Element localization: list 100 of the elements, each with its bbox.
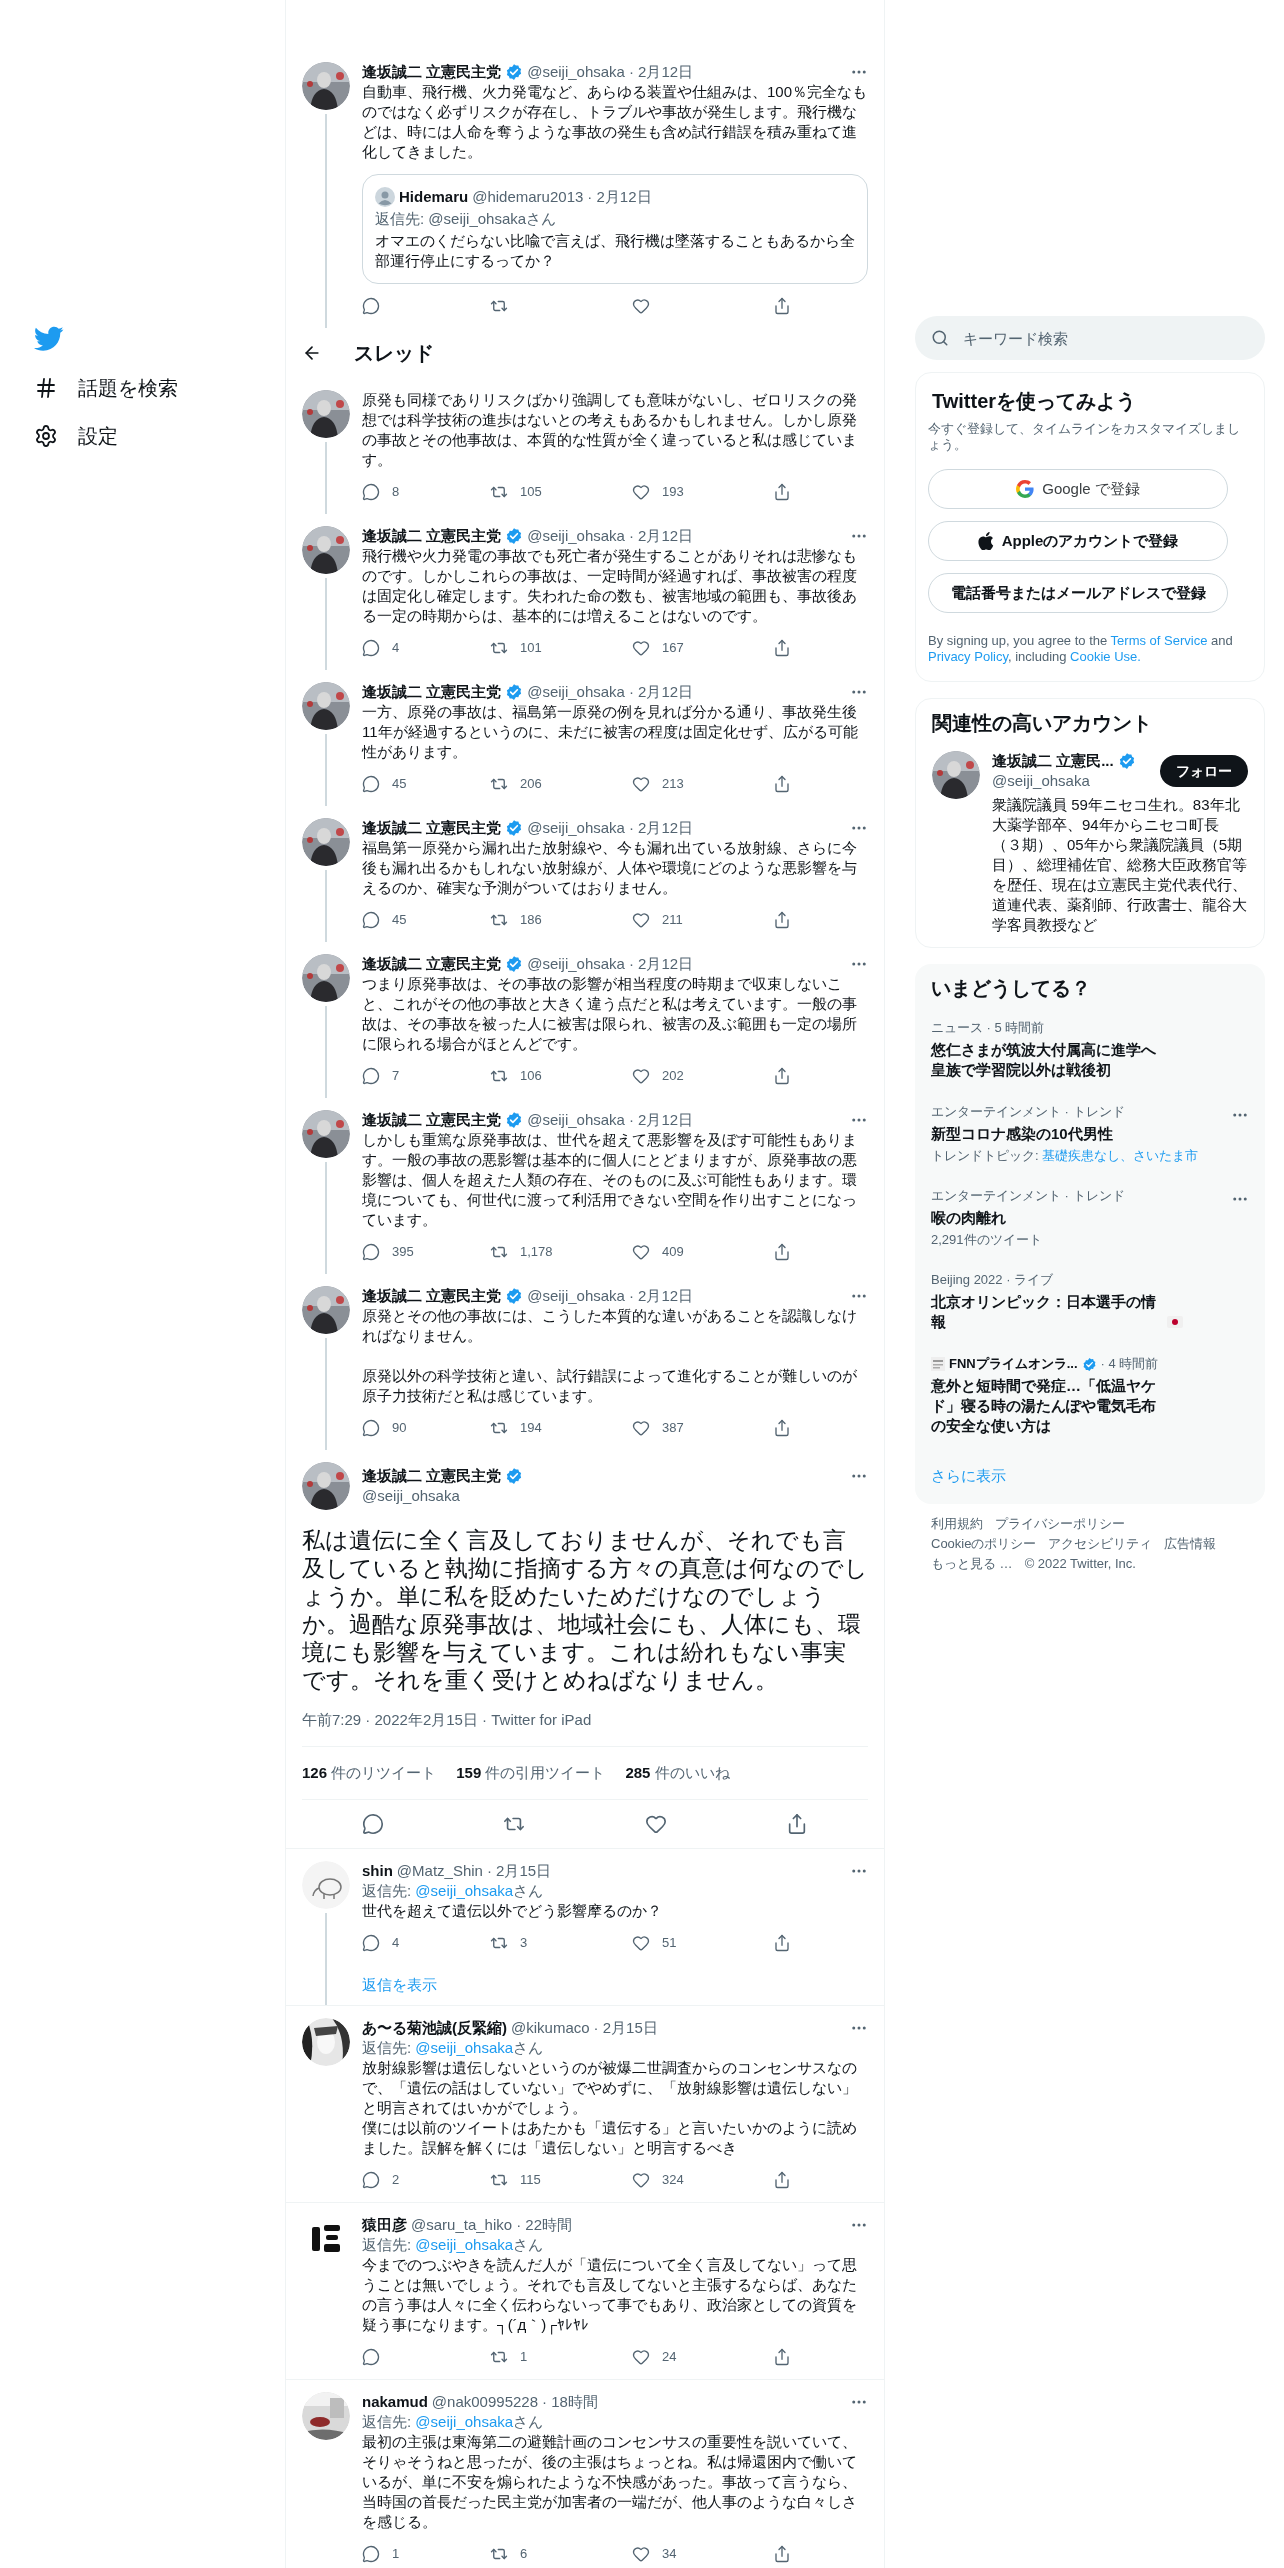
reply-button[interactable]: [361, 1813, 384, 1835]
like-button[interactable]: 211: [632, 910, 683, 930]
footer-link[interactable]: プライバシーポリシー: [995, 1516, 1125, 1532]
share-button[interactable]: [773, 1419, 791, 1437]
author-name[interactable]: 逢坂誠二 立憲民主党: [362, 62, 502, 82]
like-button[interactable]: 24: [632, 2347, 677, 2367]
like-button[interactable]: 34: [632, 2544, 677, 2564]
quoted-tweet[interactable]: Hidemaru @hidemaru2013 · 2月12日 返信先: @seiji_ohsakaさん オマエのくだらない比喩で言えば、飛行機は墜落することもあるから全部運行停止にするってか？: [362, 174, 868, 284]
author-name[interactable]: 逢坂誠二 立憲民主党: [362, 526, 502, 546]
author-handle[interactable]: @seiji_ohsaka: [527, 954, 625, 974]
share-button[interactable]: [773, 1067, 791, 1085]
reply-button[interactable]: 4: [362, 1933, 400, 1953]
account-handle[interactable]: @seiji_ohsaka: [992, 771, 1136, 791]
share-button[interactable]: [773, 1243, 791, 1261]
like-button[interactable]: 51: [632, 1933, 677, 1953]
tweet-date[interactable]: · 2月12日: [628, 526, 694, 546]
author-handle[interactable]: @seiji_ohsaka: [527, 818, 625, 838]
reply-button[interactable]: 8: [362, 482, 400, 502]
author-handle[interactable]: @kikumaco: [511, 2018, 590, 2038]
retweet-button[interactable]: 106: [490, 1066, 542, 1086]
reply-button[interactable]: 45: [362, 910, 407, 930]
retweet-button[interactable]: 105: [490, 482, 542, 502]
retweet-button[interactable]: 101: [490, 638, 542, 658]
tweet-date[interactable]: · 2月12日: [628, 954, 694, 974]
author-handle[interactable]: @seiji_ohsaka: [527, 1286, 625, 1306]
author-handle[interactable]: @nak00995228: [431, 2392, 538, 2412]
tweet-date[interactable]: · 2月12日: [628, 682, 694, 702]
trend-item[interactable]: エンターテインメント · トレンド 喉の肉離れ 2,291件のツイート: [915, 1176, 1265, 1260]
author-name[interactable]: shin: [362, 1861, 393, 1881]
author-handle[interactable]: @saru_ta_hiko: [411, 2215, 513, 2235]
like-button[interactable]: 324: [632, 2170, 684, 2190]
retweet-button[interactable]: 206: [490, 774, 542, 794]
author-handle[interactable]: @seiji_ohsaka: [527, 682, 625, 702]
reply-button[interactable]: 90: [362, 1418, 407, 1438]
nav-item[interactable]: 話題を検索: [34, 376, 178, 400]
like-button[interactable]: 387: [632, 1418, 684, 1438]
tweet-date[interactable]: · 2月12日: [628, 1110, 694, 1130]
retweet-button[interactable]: 194: [490, 1418, 542, 1438]
author-handle[interactable]: @seiji_ohsaka: [362, 1486, 868, 1506]
stat-link[interactable]: 159 件の引用ツイート: [456, 1763, 606, 1783]
author-name[interactable]: 猿田彦: [362, 2215, 407, 2235]
tweet-date[interactable]: · 2月15日: [593, 2018, 658, 2038]
author-handle[interactable]: @seiji_ohsaka: [527, 1110, 625, 1130]
tweet-date[interactable]: · 18時間: [542, 2392, 598, 2412]
author-name[interactable]: 逢坂誠二 立憲民主党: [362, 954, 502, 974]
trend-item[interactable]: Beijing 2022 · ライブ 北京オリンピック：日本選手の情報: [915, 1260, 1265, 1344]
author-name[interactable]: 逢坂誠二 立憲民主党: [362, 1466, 502, 1486]
trend-item[interactable]: エンターテインメント · トレンド 新型コロナ感染の10代男性 トレンドトピック: 基礎疾患なし、さいたま市: [915, 1092, 1265, 1176]
like-button[interactable]: 409: [632, 1242, 684, 1262]
reply-button[interactable]: 45: [362, 774, 407, 794]
stat-link[interactable]: 285 件のいいね: [625, 1763, 730, 1783]
footer-link[interactable]: 利用規約: [931, 1516, 983, 1532]
trend-item[interactable]: ニュース · 5 時間前 悠仁さまが筑波大付属高に進学へ皇族で学習院以外は戦後初: [915, 1008, 1265, 1092]
retweet-button[interactable]: 3: [490, 1933, 528, 1953]
like-button[interactable]: [632, 297, 650, 315]
retweet-button[interactable]: 186: [490, 910, 542, 930]
share-button[interactable]: [773, 911, 791, 929]
reply-button[interactable]: 2: [362, 2170, 400, 2190]
like-button[interactable]: [644, 1813, 667, 1835]
search-field[interactable]: キーワード検索: [915, 316, 1265, 360]
author-handle[interactable]: @Matz_Shin: [396, 1861, 483, 1881]
share-button[interactable]: [773, 1934, 791, 1952]
like-button[interactable]: 193: [632, 482, 684, 502]
footer-link[interactable]: Cookieのポリシー: [931, 1536, 1037, 1552]
author-name[interactable]: nakamud: [362, 2392, 428, 2412]
reply-button[interactable]: 1: [362, 2544, 400, 2564]
share-button[interactable]: [773, 2545, 791, 2563]
tweet-date[interactable]: · 2月15日: [486, 1861, 552, 1881]
reply-button[interactable]: 7: [362, 1066, 400, 1086]
author-handle[interactable]: @seiji_ohsaka: [527, 526, 625, 546]
footer-link[interactable]: アクセシビリティ: [1048, 1536, 1153, 1552]
trend-item[interactable]: FNNプライムオンラ... · 4 時間前 意外と短時間で発症…「低温ヤケド」寝る時の湯たんぽや電気毛布の安全な使い方は: [915, 1344, 1265, 1448]
tweet-date[interactable]: · 2月12日: [628, 818, 694, 838]
share-button[interactable]: [773, 639, 791, 657]
share-button[interactable]: [773, 483, 791, 501]
share-button[interactable]: [773, 2171, 791, 2189]
follow-button[interactable]: フォロー: [1160, 755, 1248, 787]
stat-link[interactable]: 126 件のリツイート: [302, 1763, 437, 1783]
author-name[interactable]: あ〜る菊池誠(反緊縮): [362, 2018, 507, 2038]
author-handle[interactable]: @seiji_ohsaka: [527, 62, 625, 82]
tweet-date[interactable]: · 2月12日: [628, 1286, 694, 1306]
bird-logo[interactable]: [34, 326, 64, 352]
footer-link[interactable]: もっと見る …: [931, 1556, 1013, 1572]
retweet-button[interactable]: 1,178: [490, 1242, 553, 1262]
account-name[interactable]: 逢坂誠二 立憲民...: [992, 751, 1114, 771]
author-name[interactable]: 逢坂誠二 立憲民主党: [362, 818, 502, 838]
reply-button[interactable]: [362, 297, 380, 315]
like-button[interactable]: 213: [632, 774, 684, 794]
footer-link[interactable]: 広告情報: [1164, 1536, 1217, 1552]
nav-item[interactable]: 設定: [34, 424, 118, 448]
author-name[interactable]: 逢坂誠二 立憲民主党: [362, 1110, 502, 1130]
author-name[interactable]: 逢坂誠二 立憲民主党: [362, 682, 502, 702]
share-button[interactable]: [773, 2348, 791, 2366]
mention-link[interactable]: @seiji_ohsaka: [428, 210, 527, 227]
reply-button[interactable]: 395: [362, 1242, 414, 1262]
reply-button[interactable]: [362, 2348, 380, 2366]
share-button[interactable]: [773, 775, 791, 793]
retweet-button[interactable]: 115: [490, 2170, 541, 2190]
author-name[interactable]: 逢坂誠二 立憲民主党: [362, 1286, 502, 1306]
like-button[interactable]: 167: [632, 638, 684, 658]
